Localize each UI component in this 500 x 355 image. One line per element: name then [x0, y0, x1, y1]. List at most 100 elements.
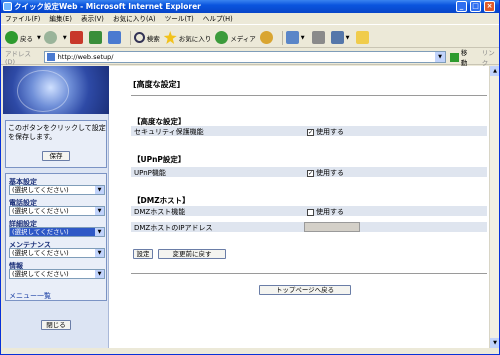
- title-divider: [131, 95, 487, 96]
- home-button[interactable]: [107, 30, 123, 46]
- dmz-ip-input[interactable]: [304, 222, 360, 232]
- select-phone[interactable]: (選択してください) ▼: [9, 206, 105, 216]
- dmz-ip-label: DMZホストのIPアドレス: [134, 224, 213, 232]
- go-label: 移動: [460, 49, 468, 67]
- upnp-heading: 【UPnP設定】: [133, 155, 186, 164]
- mail-button[interactable]: ▼: [285, 30, 308, 46]
- select-maintenance-value: (選択してください): [12, 249, 69, 257]
- vertical-scrollbar[interactable]: ▲ ▼: [489, 66, 499, 348]
- browser-window: クイック設定Web - Microsoft Internet Explorer …: [0, 0, 500, 355]
- forward-arrow-icon: [43, 31, 57, 44]
- folder-button[interactable]: [356, 30, 371, 46]
- print-button[interactable]: [311, 30, 327, 46]
- close-button[interactable]: 閉じる: [41, 320, 71, 330]
- toolbar-divider: [129, 30, 131, 45]
- chevron-down-icon: ▼: [95, 249, 104, 257]
- save-message: このボタンをクリックして設定を保存します。: [8, 124, 106, 141]
- go-button[interactable]: 移動: [450, 47, 474, 67]
- home-icon: [107, 31, 121, 44]
- menu-view[interactable]: 表示(V): [81, 15, 104, 23]
- refresh-icon: [88, 31, 102, 44]
- scroll-down-icon[interactable]: ▼: [490, 338, 499, 348]
- top-page-button[interactable]: トップページへ戻る: [259, 285, 351, 295]
- select-info-value: (選択してください): [12, 270, 69, 278]
- status-bar: [1, 348, 499, 354]
- edit-icon: [330, 31, 344, 44]
- maximize-button[interactable]: □: [470, 1, 481, 12]
- refresh-button[interactable]: [88, 30, 104, 46]
- links-button[interactable]: リンク: [482, 47, 499, 67]
- mail-dropdown-icon: ▼: [300, 34, 305, 41]
- menu-tools[interactable]: ツール(T): [165, 15, 194, 23]
- chevron-down-icon: ▼: [95, 186, 104, 194]
- edit-button[interactable]: ▼: [330, 30, 353, 46]
- printer-icon: [311, 31, 325, 44]
- menu-help[interactable]: ヘルプ(H): [203, 15, 233, 23]
- stop-button[interactable]: [69, 30, 85, 46]
- menu-edit[interactable]: 編集(E): [49, 15, 72, 23]
- save-button[interactable]: 保存: [42, 151, 70, 161]
- select-phone-value: (選択してください): [12, 207, 69, 215]
- back-button[interactable]: 戻る: [5, 30, 33, 46]
- upnp-row: UPnP機能 ✓ 使用する: [131, 167, 487, 178]
- window-title: クイック設定Web - Microsoft Internet Explorer: [14, 2, 201, 11]
- upnp-option-label: 使用する: [316, 169, 344, 177]
- address-label: アドレス(D): [5, 50, 31, 66]
- page-title: [高度な設定]: [133, 80, 181, 89]
- close-window-button[interactable]: ×: [484, 1, 495, 12]
- select-basic[interactable]: (選択してください) ▼: [9, 185, 105, 195]
- search-button[interactable]: 検索: [133, 30, 160, 46]
- history-icon: [259, 31, 273, 44]
- address-url: http://web.setup/: [57, 53, 114, 61]
- menu-bar: ファイル(F) 編集(E) 表示(V) お気に入り(A) ツール(T) ヘルプ(…: [1, 14, 499, 25]
- back-dropdown-icon[interactable]: ▼: [37, 35, 41, 41]
- page-icon: [46, 53, 55, 61]
- set-button[interactable]: 設定: [133, 249, 153, 259]
- address-input[interactable]: http://web.setup/ ▼: [43, 51, 446, 63]
- logo-globe-image: [3, 66, 109, 114]
- address-dropdown-icon[interactable]: ▼: [435, 52, 445, 62]
- forward-button[interactable]: [43, 30, 59, 46]
- menu-file[interactable]: ファイル(F): [5, 15, 40, 23]
- security-row: セキュリティ保護機能 ✓ 使用する: [131, 126, 487, 137]
- folder-icon: [356, 31, 370, 44]
- star-icon: [163, 31, 177, 44]
- dmz-ip-row: DMZホストのIPアドレス: [131, 222, 487, 233]
- minimize-button[interactable]: _: [456, 1, 467, 12]
- stop-icon: [69, 31, 83, 44]
- upnp-checkbox[interactable]: ✓: [307, 169, 314, 177]
- media-button[interactable]: メディア: [215, 30, 256, 46]
- security-label: セキュリティ保護機能: [134, 128, 204, 136]
- main-pane: [高度な設定] 【高度な設定】 セキュリティ保護機能 ✓ 使用する 【UPnP設定…: [111, 66, 489, 348]
- dmz-checkbox[interactable]: [307, 208, 314, 216]
- scroll-up-icon[interactable]: ▲: [490, 66, 499, 76]
- upnp-option: ✓ 使用する: [307, 168, 344, 178]
- favorites-button[interactable]: お気に入り: [163, 30, 211, 46]
- toolbar-divider: [281, 30, 283, 45]
- forward-dropdown-icon[interactable]: ▼: [63, 35, 67, 41]
- bottom-divider: [131, 273, 487, 274]
- save-panel: このボタンをクリックして設定を保存します。 保存: [5, 120, 107, 168]
- select-advanced-value: (選択してください): [12, 228, 69, 236]
- chevron-down-icon: ▼: [95, 270, 104, 278]
- mail-icon: [285, 31, 299, 44]
- select-basic-value: (選択してください): [12, 186, 69, 194]
- select-info[interactable]: (選択してください) ▼: [9, 269, 105, 279]
- menu-favorites[interactable]: お気に入り(A): [113, 15, 156, 23]
- menu-list-link[interactable]: メニュー一覧: [9, 291, 51, 301]
- select-maintenance[interactable]: (選択してください) ▼: [9, 248, 105, 258]
- dmz-option: 使用する: [307, 207, 344, 217]
- chevron-down-icon: ▼: [95, 207, 104, 215]
- media-label: メディア: [230, 34, 256, 43]
- search-icon: [133, 32, 145, 43]
- ie-app-icon: [3, 2, 12, 11]
- history-button[interactable]: [259, 30, 275, 46]
- edit-dropdown-icon: ▼: [345, 34, 350, 41]
- search-label: 検索: [146, 34, 160, 43]
- select-advanced[interactable]: (選択してください) ▼: [9, 227, 105, 237]
- left-pane: このボタンをクリックして設定を保存します。 保存 基本設定 (選択してください)…: [3, 66, 109, 348]
- revert-button[interactable]: 変更前に戻す: [158, 249, 226, 259]
- security-checkbox[interactable]: ✓: [307, 128, 314, 136]
- back-label: 戻る: [20, 34, 33, 43]
- address-bar: アドレス(D) http://web.setup/ ▼ 移動 リンク: [1, 47, 499, 67]
